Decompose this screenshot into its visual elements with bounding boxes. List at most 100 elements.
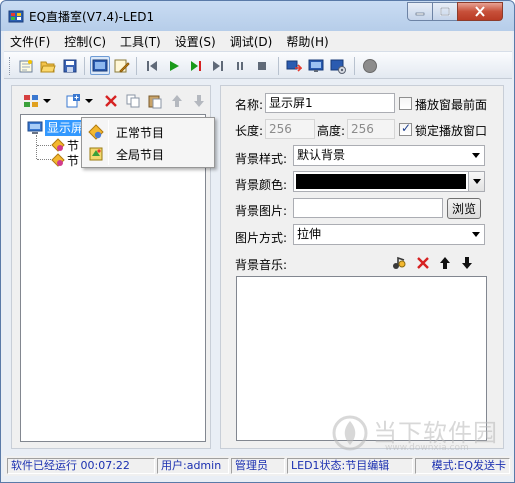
app-icon [8,10,24,23]
menu-debug[interactable]: 调试(D) [230,33,273,50]
chevron-down-icon [85,98,93,103]
paste-icon [148,95,162,108]
bg-color-label: 背景颜色: [235,178,288,192]
step-play-button[interactable] [186,56,206,75]
height-field[interactable]: 256 [347,119,395,139]
tree-item-program-2[interactable]: 节 [51,152,79,168]
screen-setup-button[interactable] [306,56,326,75]
top-most-label: 播放窗最前面 [415,98,488,112]
add-music-button[interactable] [390,254,408,271]
copy-button[interactable] [124,92,142,109]
lock-window-checkbox[interactable] [399,121,412,136]
copy-icon [126,94,140,107]
chevron-down-icon[interactable] [468,172,484,191]
chevron-down-icon [472,232,480,237]
music-up-button[interactable] [436,254,454,271]
add-program-button[interactable] [64,92,82,109]
status-user: 用户:admin [157,458,229,474]
first-button[interactable] [142,56,162,75]
screen-control-button[interactable] [328,56,348,75]
arrow-down-icon [194,94,204,107]
menu-settings[interactable]: 设置(S) [175,33,216,50]
watermark-logo-icon [332,415,368,451]
screen-node-icon [27,121,43,134]
main-toolbar [4,51,512,79]
step-play-icon [191,60,201,71]
menu-tools[interactable]: 工具(T) [120,33,161,50]
bg-style-select[interactable]: 默认背景 [293,145,485,166]
music-label: 背景音乐: [235,258,288,272]
program-node-icon [51,138,65,152]
status-mode: 模式:EQ发送卡 [415,458,510,474]
pause-button[interactable] [230,56,250,75]
browse-button[interactable]: 浏览 [447,198,481,219]
new-file-icon [19,59,33,72]
menu-control[interactable]: 控制(C) [64,33,106,50]
image-mode-value: 拉伸 [297,227,322,241]
bg-image-field[interactable] [293,198,443,218]
add-dropdown[interactable] [84,92,94,109]
program-view-button[interactable] [112,56,132,75]
screen-view-button[interactable] [90,56,110,75]
add-page-icon [66,93,80,107]
color-swatch [296,174,466,189]
menu-item-label: 全局节目 [116,147,165,162]
skip-forward-icon [213,60,223,71]
send-icon [286,60,302,72]
paste-button[interactable] [146,92,164,109]
menu-item-normal-program[interactable]: 正常节目 [84,121,212,143]
image-mode-select[interactable]: 拉伸 [293,224,485,245]
pause-icon [237,61,243,70]
menu-bar: 文件(F) 控制(C) 工具(T) 设置(S) 调试(D) 帮助(H) [4,31,512,51]
window-title: EQ直播室(V7.4)-LED1 [29,10,155,24]
status-led-state: LED1状态:节目编辑 [287,458,413,474]
next-button[interactable] [208,56,228,75]
remove-music-button[interactable] [414,254,432,271]
screen-icon [92,59,108,71]
close-button[interactable] [457,2,503,21]
layout-dropdown[interactable] [42,92,52,109]
minimize-button[interactable] [407,2,433,21]
menu-help[interactable]: 帮助(H) [286,33,328,50]
width-field[interactable]: 256 [265,119,315,139]
title-bar[interactable]: EQ直播室(V7.4)-LED1 [1,1,514,31]
menu-file[interactable]: 文件(F) [10,33,50,50]
height-label: 高度: [317,124,346,138]
top-most-checkbox[interactable] [399,97,412,110]
app-window: EQ直播室(V7.4)-LED1 文件(F) 控制(C) 工具(T) 设置(S)… [0,0,515,483]
play-button[interactable] [164,56,184,75]
status-running-time: 软件已经运行 00:07:22 [7,458,155,474]
bg-color-picker[interactable] [293,171,485,192]
open-button[interactable] [38,56,58,75]
music-icon [393,256,406,269]
arrow-up-icon [440,256,450,269]
normal-program-icon [84,124,108,140]
move-up-button[interactable] [168,92,186,109]
toolbar-grip[interactable] [9,57,12,75]
delete-button[interactable] [102,92,120,109]
bg-style-value: 默认背景 [297,148,346,162]
screen-settings-icon [330,59,346,74]
play-icon [170,60,179,71]
add-program-context-menu: 正常节目 全局节目 [81,117,215,168]
skip-back-icon [147,60,157,71]
image-mode-label: 图片方式: [235,231,288,245]
bg-style-label: 背景样式: [235,152,288,166]
save-button[interactable] [60,56,80,75]
menu-item-global-program[interactable]: 全局节目 [84,143,212,165]
stop-button[interactable] [252,56,272,75]
new-button[interactable] [16,56,36,75]
minimize-icon [415,12,425,15]
music-down-button[interactable] [458,254,476,271]
maximize-button[interactable] [432,2,458,21]
status-bar: 软件已经运行 00:07:22 用户:admin 管理员 LED1状态:节目编辑… [4,456,512,476]
chevron-down-icon [43,98,51,103]
send-button[interactable] [284,56,304,75]
save-icon [63,59,77,72]
record-button[interactable] [360,56,380,75]
name-field[interactable]: 显示屏1 [265,93,395,113]
layout-button[interactable] [22,92,40,109]
move-down-button[interactable] [190,92,208,109]
chevron-down-icon [472,153,480,158]
tree-toolbar [12,86,210,114]
